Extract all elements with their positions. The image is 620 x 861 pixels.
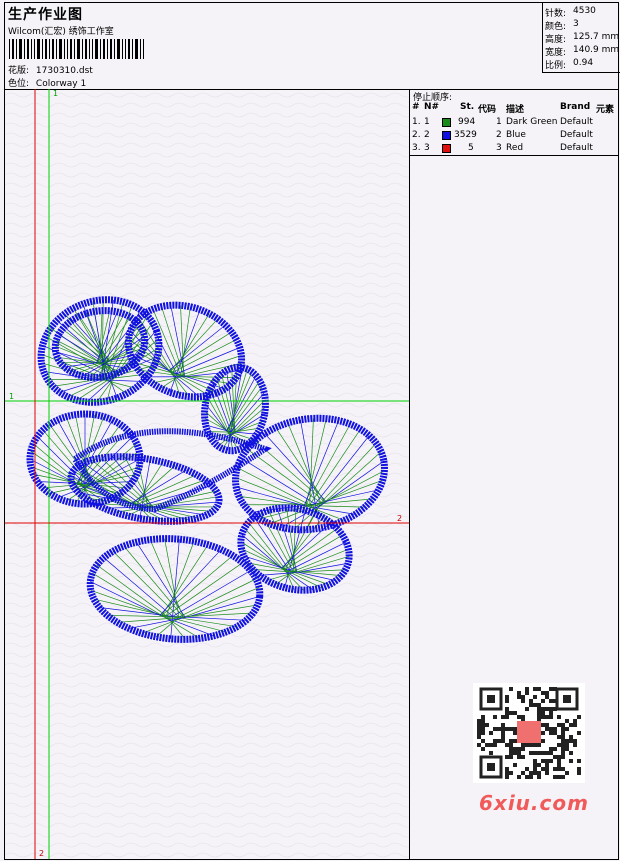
- design-file: 1730310.dst: [35, 66, 93, 76]
- stat-stitches: 针数: 4530: [545, 6, 596, 19]
- stat-height: 高度: 125.7 mm: [545, 32, 619, 45]
- stat-width: 宽度: 140.9 mm: [545, 45, 619, 58]
- qr-code: [473, 683, 585, 783]
- colorway-value: Colorway 1: [35, 79, 87, 89]
- stat-scale: 比例: 0.94: [545, 58, 593, 71]
- stop-needle: 1: [424, 117, 430, 127]
- red-guide-bottom-label: 2: [39, 849, 45, 858]
- col-desc: 描述: [506, 105, 525, 115]
- stop-num: 2.: [412, 130, 421, 140]
- stat-label: 颜色:: [545, 22, 567, 32]
- stop-needle: 2: [424, 130, 430, 140]
- stats-box: 针数: 4530 颜色: 3 高度: 125.7 mm 宽度: 140.9 mm 比例:…: [542, 3, 620, 73]
- stop-stitches: 5: [468, 143, 474, 153]
- sheet-header: 生产作业图 Wilcom(汇宏) 绣饰工作室 花版: 1730310.dst 色…: [5, 3, 620, 90]
- col-elem: 元素: [596, 105, 615, 115]
- stat-value: 140.9 mm: [573, 45, 620, 55]
- green-guide-top-label: 1: [53, 89, 59, 98]
- col-st: St.: [460, 102, 475, 112]
- stat-value: 3: [573, 19, 579, 29]
- design-label: 花版:: [8, 66, 30, 76]
- embroidery-preview: [5, 89, 409, 859]
- design-file-line: 花版: 1730310.dst: [8, 63, 93, 76]
- stop-num: 3.: [412, 143, 421, 153]
- red-guide-right-label: 2: [397, 514, 403, 523]
- stop-desc: Dark Green: [506, 117, 558, 127]
- design-canvas: 1 1 2 2: [5, 89, 409, 859]
- color-swatch-blue: [442, 131, 451, 140]
- col-brand: Brand: [560, 102, 591, 112]
- stops-divider: [410, 155, 618, 156]
- stop-code: 1: [496, 117, 502, 127]
- stat-value: 4530: [573, 6, 596, 16]
- stop-num: 1.: [412, 117, 421, 127]
- production-sheet: 生产作业图 Wilcom(汇宏) 绣饰工作室 花版: 1730310.dst 色…: [4, 2, 620, 860]
- stat-value: 125.7 mm: [573, 32, 620, 42]
- col-num: #: [412, 102, 420, 112]
- stop-stitches: 3529: [454, 130, 477, 140]
- stop-brand: Default: [560, 117, 593, 127]
- col-n: N#: [424, 102, 440, 112]
- green-guide-left-label: 1: [9, 392, 15, 401]
- stop-needle: 3: [424, 143, 430, 153]
- col-code: 代码: [478, 105, 497, 115]
- stop-desc: Blue: [506, 130, 526, 140]
- color-swatch-green: [442, 118, 451, 127]
- stop-row: 1. 1 994 1 Dark Green Default: [410, 117, 618, 130]
- stat-label: 高度:: [545, 35, 567, 45]
- sheet-title: 生产作业图: [8, 7, 83, 23]
- color-swatch-red: [442, 144, 451, 153]
- stop-code: 3: [496, 143, 502, 153]
- stop-desc: Red: [506, 143, 524, 153]
- studio-name: Wilcom(汇宏) 绣饰工作室: [8, 27, 114, 37]
- stop-brand: Default: [560, 143, 593, 153]
- stat-label: 针数:: [545, 9, 567, 19]
- colorway-line: 色位: Colorway 1: [8, 76, 86, 89]
- stat-value: 0.94: [573, 58, 594, 68]
- seal-icon: [517, 721, 541, 743]
- stat-colors: 颜色: 3: [545, 19, 579, 32]
- stat-label: 比例:: [545, 61, 567, 71]
- watermark-text: 6xiu.com: [479, 791, 589, 815]
- stop-code: 2: [496, 130, 502, 140]
- stop-stitches: 994: [458, 117, 476, 127]
- barcode: [9, 39, 144, 59]
- stat-label: 宽度:: [545, 48, 567, 58]
- stop-brand: Default: [560, 130, 593, 140]
- stop-row: 2. 2 3529 2 Blue Default: [410, 130, 618, 143]
- stop-table-header: # N# St. 代码 描述 Brand 元素: [410, 102, 618, 115]
- colorway-label: 色位:: [8, 79, 30, 89]
